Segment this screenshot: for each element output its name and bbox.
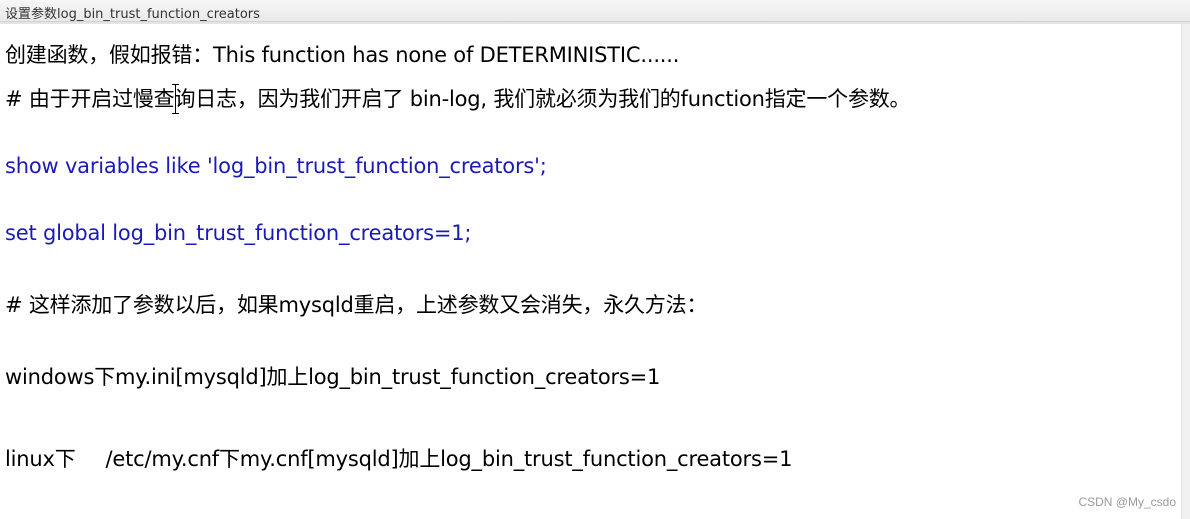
window-title: 设置参数log_bin_trust_function_creators	[5, 7, 260, 22]
vertical-scrollbar[interactable]	[1181, 24, 1190, 519]
windows-config-line: windows下my.ini[mysqld]加上log_bin_trust_fu…	[5, 365, 661, 389]
title-bar: 设置参数log_bin_trust_function_creators	[0, 0, 1190, 22]
text-cursor-cap-top	[172, 84, 179, 85]
text-cursor-cap-bottom	[172, 113, 179, 114]
error-note-line: 创建函数，假如报错：This function has none of DETE…	[5, 43, 680, 67]
linux-config-path: /etc/my.cnf下my.cnf[mysqld]加上log_bin_trus…	[105, 447, 793, 471]
title-divider	[0, 22, 1190, 24]
sql-set-global-line: set global log_bin_trust_function_creato…	[5, 221, 472, 245]
linux-config-line: linux下/etc/my.cnf下my.cnf[mysqld]加上log_bi…	[5, 446, 792, 472]
linux-prefix: linux下	[5, 447, 76, 471]
comment-reason-line: # 由于开启过慢查询日志，因为我们开启了 bin-log, 我们就必须为我们的f…	[5, 87, 911, 111]
text-cursor	[175, 84, 176, 114]
comment-permanent-line: # 这样添加了参数以后，如果mysqld重启，上述参数又会消失，永久方法：	[5, 293, 708, 317]
sql-show-variables-line: show variables like 'log_bin_trust_funct…	[5, 154, 547, 178]
watermark: CSDN @My_csdo	[1078, 495, 1176, 509]
